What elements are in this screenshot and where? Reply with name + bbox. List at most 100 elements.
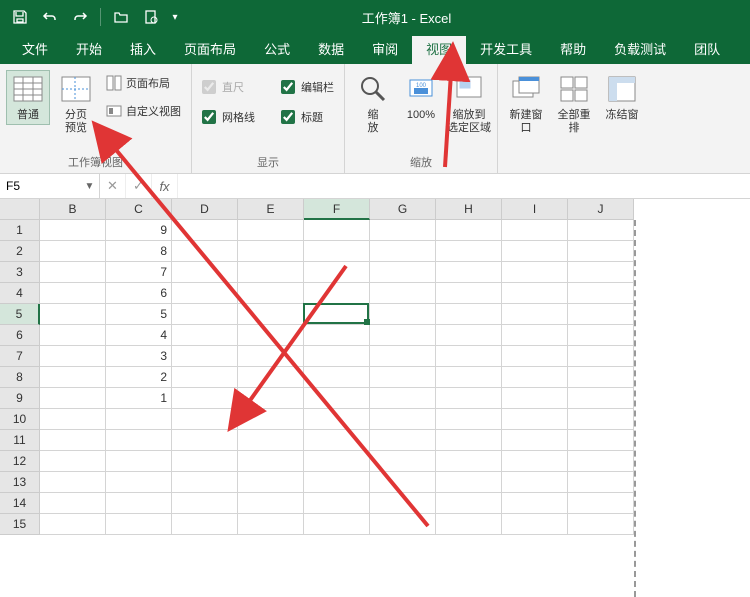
zoom-100-button[interactable]: 100 100%: [399, 70, 443, 125]
cell-H7[interactable]: [436, 346, 502, 367]
cell-F14[interactable]: [304, 493, 370, 514]
cell-E6[interactable]: [238, 325, 304, 346]
cell-I12[interactable]: [502, 451, 568, 472]
row-header-13[interactable]: 13: [0, 472, 40, 493]
cell-G15[interactable]: [370, 514, 436, 535]
cell-E15[interactable]: [238, 514, 304, 535]
formula-input[interactable]: [178, 174, 750, 198]
col-header-I[interactable]: I: [502, 199, 568, 220]
cell-C11[interactable]: [106, 430, 172, 451]
row-header-3[interactable]: 3: [0, 262, 40, 283]
cell-G13[interactable]: [370, 472, 436, 493]
cell-F5[interactable]: [304, 304, 370, 325]
tab-formulas[interactable]: 公式: [250, 36, 304, 64]
cell-H3[interactable]: [436, 262, 502, 283]
name-box-dropdown[interactable]: ▼: [80, 181, 99, 192]
cell-D11[interactable]: [172, 430, 238, 451]
tab-team[interactable]: 团队: [680, 36, 734, 64]
cell-J2[interactable]: [568, 241, 634, 262]
cell-I9[interactable]: [502, 388, 568, 409]
cell-J13[interactable]: [568, 472, 634, 493]
cell-G6[interactable]: [370, 325, 436, 346]
row-header-15[interactable]: 15: [0, 514, 40, 535]
cell-E4[interactable]: [238, 283, 304, 304]
cell-G7[interactable]: [370, 346, 436, 367]
cell-D2[interactable]: [172, 241, 238, 262]
cell-B4[interactable]: [40, 283, 106, 304]
cell-J9[interactable]: [568, 388, 634, 409]
cell-J6[interactable]: [568, 325, 634, 346]
cell-B13[interactable]: [40, 472, 106, 493]
zoom-selection-button[interactable]: 缩放到 选定区域: [447, 70, 491, 138]
tab-insert[interactable]: 插入: [116, 36, 170, 64]
cell-D8[interactable]: [172, 367, 238, 388]
col-header-E[interactable]: E: [238, 199, 304, 220]
redo-button[interactable]: [66, 3, 94, 31]
cell-J1[interactable]: [568, 220, 634, 241]
cell-E8[interactable]: [238, 367, 304, 388]
cell-J3[interactable]: [568, 262, 634, 283]
tab-page-layout[interactable]: 页面布局: [170, 36, 250, 64]
cell-B14[interactable]: [40, 493, 106, 514]
col-header-C[interactable]: C: [106, 199, 172, 220]
cell-G1[interactable]: [370, 220, 436, 241]
cell-I13[interactable]: [502, 472, 568, 493]
headings-checkbox[interactable]: 标题: [277, 106, 338, 128]
row-header-5[interactable]: 5: [0, 304, 40, 325]
tab-developer[interactable]: 开发工具: [466, 36, 546, 64]
cell-B5[interactable]: [40, 304, 106, 325]
col-header-B[interactable]: B: [40, 199, 106, 220]
cell-C14[interactable]: [106, 493, 172, 514]
cell-H6[interactable]: [436, 325, 502, 346]
cell-C4[interactable]: 6: [106, 283, 172, 304]
save-button[interactable]: [6, 3, 34, 31]
cell-E13[interactable]: [238, 472, 304, 493]
cell-I3[interactable]: [502, 262, 568, 283]
cell-I14[interactable]: [502, 493, 568, 514]
cell-H12[interactable]: [436, 451, 502, 472]
cell-B6[interactable]: [40, 325, 106, 346]
cell-C9[interactable]: 1: [106, 388, 172, 409]
row-header-4[interactable]: 4: [0, 283, 40, 304]
cell-J8[interactable]: [568, 367, 634, 388]
cell-H11[interactable]: [436, 430, 502, 451]
tab-load-test[interactable]: 负载测试: [600, 36, 680, 64]
row-header-7[interactable]: 7: [0, 346, 40, 367]
cell-F2[interactable]: [304, 241, 370, 262]
cell-C3[interactable]: 7: [106, 262, 172, 283]
cell-F4[interactable]: [304, 283, 370, 304]
tab-review[interactable]: 审阅: [358, 36, 412, 64]
cell-H10[interactable]: [436, 409, 502, 430]
cell-E14[interactable]: [238, 493, 304, 514]
cell-D14[interactable]: [172, 493, 238, 514]
cell-H15[interactable]: [436, 514, 502, 535]
cell-F7[interactable]: [304, 346, 370, 367]
cell-I7[interactable]: [502, 346, 568, 367]
cell-C10[interactable]: [106, 409, 172, 430]
cell-H14[interactable]: [436, 493, 502, 514]
arrange-all-button[interactable]: 全部重排: [552, 70, 596, 138]
cell-D7[interactable]: [172, 346, 238, 367]
freeze-panes-button[interactable]: 冻结窗: [600, 70, 644, 125]
cell-C8[interactable]: 2: [106, 367, 172, 388]
cell-I6[interactable]: [502, 325, 568, 346]
col-header-H[interactable]: H: [436, 199, 502, 220]
cell-D12[interactable]: [172, 451, 238, 472]
enter-formula-button[interactable]: ✓: [126, 174, 152, 198]
cell-J7[interactable]: [568, 346, 634, 367]
new-window-button[interactable]: 新建窗口: [504, 70, 548, 138]
cell-B11[interactable]: [40, 430, 106, 451]
cell-D9[interactable]: [172, 388, 238, 409]
cell-G11[interactable]: [370, 430, 436, 451]
cell-G5[interactable]: [370, 304, 436, 325]
cell-E12[interactable]: [238, 451, 304, 472]
cell-D13[interactable]: [172, 472, 238, 493]
cell-C5[interactable]: 5: [106, 304, 172, 325]
cell-E3[interactable]: [238, 262, 304, 283]
col-header-J[interactable]: J: [568, 199, 634, 220]
cell-F9[interactable]: [304, 388, 370, 409]
cell-B9[interactable]: [40, 388, 106, 409]
cell-I1[interactable]: [502, 220, 568, 241]
cell-J14[interactable]: [568, 493, 634, 514]
cell-E1[interactable]: [238, 220, 304, 241]
